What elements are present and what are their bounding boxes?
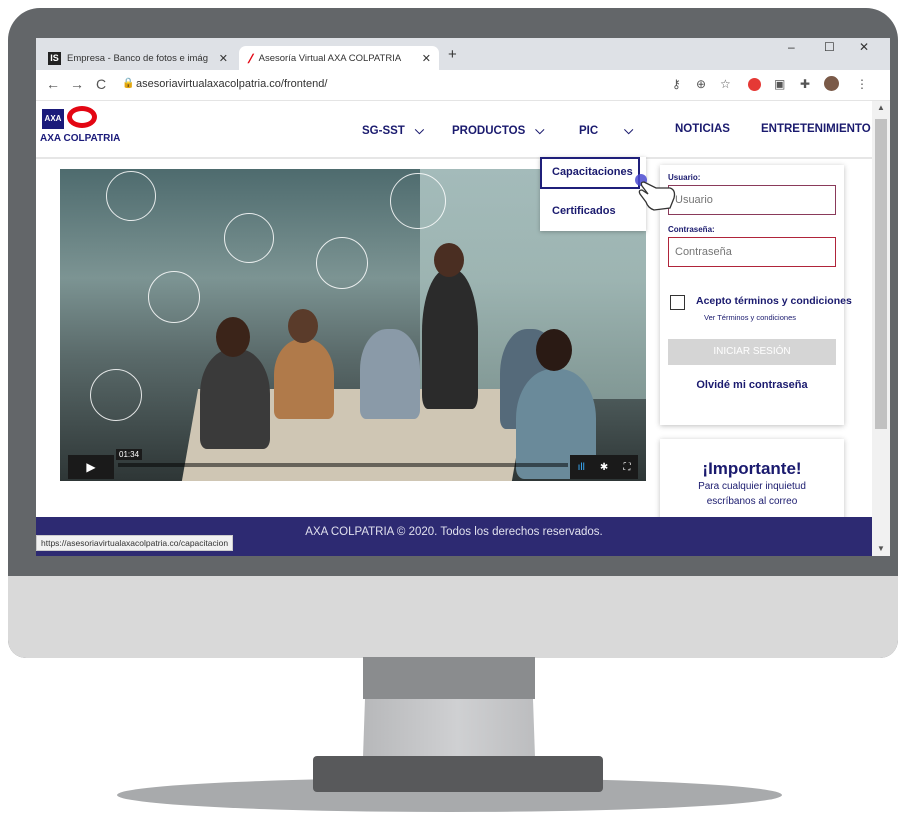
tab-empresa[interactable]: IS Empresa - Banco de fotos e imág ✕ <box>44 46 236 70</box>
adblock-icon[interactable] <box>748 78 761 91</box>
tab-asesoria[interactable]: / Asesoría Virtual AXA COLPATRIA ✕ <box>239 46 439 70</box>
engineer-icon <box>390 173 446 229</box>
video-controls: ▶ 01:34 ıll ✱ ⛶ <box>60 449 646 481</box>
video-settings-group: ıll ✱ ⛶ <box>570 455 638 479</box>
forward-icon[interactable]: → <box>70 76 84 92</box>
maximize-button[interactable]: ☐ <box>824 40 835 54</box>
person-shape <box>422 269 478 409</box>
nav-pic[interactable]: PIC ⌵ <box>579 123 633 138</box>
nav-noticias[interactable]: NOTICIAS <box>675 123 730 135</box>
site-header: AXA AXA COLPATRIA SG-SST ⌵ PRODUCTOS ⌵ PIC… <box>36 101 872 159</box>
key-icon[interactable]: ⚷ <box>672 77 681 91</box>
terms-checkbox[interactable] <box>670 295 685 310</box>
chevron-down-icon: ⌵ <box>535 123 545 137</box>
bookmark-star-icon[interactable]: ☆ <box>720 77 731 91</box>
tab-close-icon[interactable]: ✕ <box>219 52 228 65</box>
nav-sg-sst[interactable]: SG-SST ⌵ <box>362 123 424 138</box>
forgot-password-link[interactable]: Olvidé mi contraseña <box>660 379 844 391</box>
tab-bar: IS Empresa - Banco de fotos e imág ✕ / A… <box>36 38 890 70</box>
nav-label: PRODUCTOS <box>452 125 526 137</box>
nav-label: SG-SST <box>362 125 405 137</box>
colpatria-swirl-icon <box>67 106 97 128</box>
minimize-button[interactable]: – <box>788 40 795 54</box>
terms-label[interactable]: Acepto términos y condiciones <box>696 295 852 307</box>
important-line-2: escríbanos al correo <box>706 496 798 507</box>
monitor-stand-shadow <box>363 657 535 699</box>
menu-item-certificados[interactable]: Certificados <box>552 205 616 217</box>
monitor-stand-plate <box>313 756 603 792</box>
worker-icon <box>106 171 156 221</box>
person-head <box>536 329 572 371</box>
settings-gear-icon[interactable]: ✱ <box>600 462 608 473</box>
pic-dropdown-menu: Capacitaciones Certificados <box>540 157 646 231</box>
chevron-down-icon: ⌵ <box>624 123 634 137</box>
scroll-down-icon[interactable]: ▼ <box>877 544 885 553</box>
tab-label: Asesoría Virtual AXA COLPATRIA <box>258 52 402 64</box>
page-scrollbar[interactable]: ▲ ▼ <box>872 101 890 556</box>
nav-label: ENTRETENIMIENTO <box>761 123 871 135</box>
logo-text[interactable]: AXA COLPATRIA <box>40 133 120 144</box>
person-head <box>216 317 250 357</box>
password-label: Contraseña: <box>668 225 715 234</box>
monitor-chin <box>8 576 898 658</box>
web-page: AXA AXA COLPATRIA SG-SST ⌵ PRODUCTOS ⌵ PIC… <box>36 101 872 556</box>
new-tab-button[interactable]: + <box>448 46 457 63</box>
time-display: 01:34 <box>116 449 143 460</box>
axa-logo-box: AXA <box>42 109 64 129</box>
istock-favicon-icon: IS <box>48 51 61 65</box>
login-panel: Usuario: Contraseña: Acepto términos y c… <box>660 165 852 425</box>
address-bar: ← → C 🔒 asesoriavirtualaxacolpatria.co/f… <box>36 70 890 101</box>
document-icon <box>316 237 368 289</box>
monitor-shape <box>360 329 420 419</box>
important-title: ¡Importante! <box>702 459 802 478</box>
tool-icon <box>224 213 274 263</box>
puzzle-icon[interactable]: ✚ <box>800 77 810 91</box>
hand-cursor-icon <box>635 174 676 211</box>
reload-icon[interactable]: C <box>96 76 106 92</box>
scroll-up-icon[interactable]: ▲ <box>877 103 885 112</box>
nav-label: PIC <box>579 125 599 137</box>
extension-icon[interactable]: ▣ <box>774 77 785 91</box>
important-line-1: Para cualquier inquietud <box>698 481 806 492</box>
fullscreen-icon[interactable]: ⛶ <box>623 462 630 473</box>
nav-productos[interactable]: PRODUCTOS ⌵ <box>452 123 544 138</box>
person-head <box>434 243 464 277</box>
url-field[interactable]: asesoriavirtualaxacolpatria.co/frontend/ <box>136 78 327 90</box>
monitor-frame: IS Empresa - Banco de fotos e imág ✕ / A… <box>8 8 898 658</box>
password-input[interactable] <box>668 237 836 267</box>
nav-entretenimiento[interactable]: ENTRETENIMIENTO <box>761 123 871 135</box>
zoom-icon[interactable]: ⊕ <box>696 77 706 91</box>
back-icon[interactable]: ← <box>46 76 60 92</box>
screen: IS Empresa - Banco de fotos e imág ✕ / A… <box>36 38 890 556</box>
axa-favicon-icon: / <box>246 50 256 66</box>
menu-dots-icon[interactable]: ⋮ <box>856 77 868 91</box>
login-button[interactable]: INICIAR SESIÓN <box>668 339 836 365</box>
play-button[interactable]: ▶ <box>68 455 114 479</box>
progress-bar[interactable] <box>118 463 568 467</box>
person-shape <box>274 339 334 419</box>
presentation-icon <box>90 369 142 421</box>
close-window-button[interactable]: ✕ <box>859 40 869 54</box>
chevron-down-icon: ⌵ <box>414 123 424 137</box>
nav-label: NOTICIAS <box>675 123 730 135</box>
volume-icon[interactable]: ıll <box>578 462 585 473</box>
terms-link[interactable]: Ver Términos y condiciones <box>704 313 796 322</box>
avatar[interactable] <box>824 76 839 91</box>
briefcase-icon <box>148 271 200 323</box>
lock-icon[interactable]: 🔒 <box>122 78 134 89</box>
tab-label: Empresa - Banco de fotos e imág <box>67 52 208 64</box>
person-shape <box>200 349 270 449</box>
status-bar-url: https://asesoriavirtualaxacolpatria.co/c… <box>36 535 234 551</box>
menu-item-capacitaciones[interactable]: Capacitaciones <box>540 157 640 189</box>
tab-close-icon[interactable]: ✕ <box>422 52 431 65</box>
scroll-thumb[interactable] <box>875 119 887 429</box>
user-input[interactable] <box>668 185 836 215</box>
person-head <box>288 309 318 343</box>
